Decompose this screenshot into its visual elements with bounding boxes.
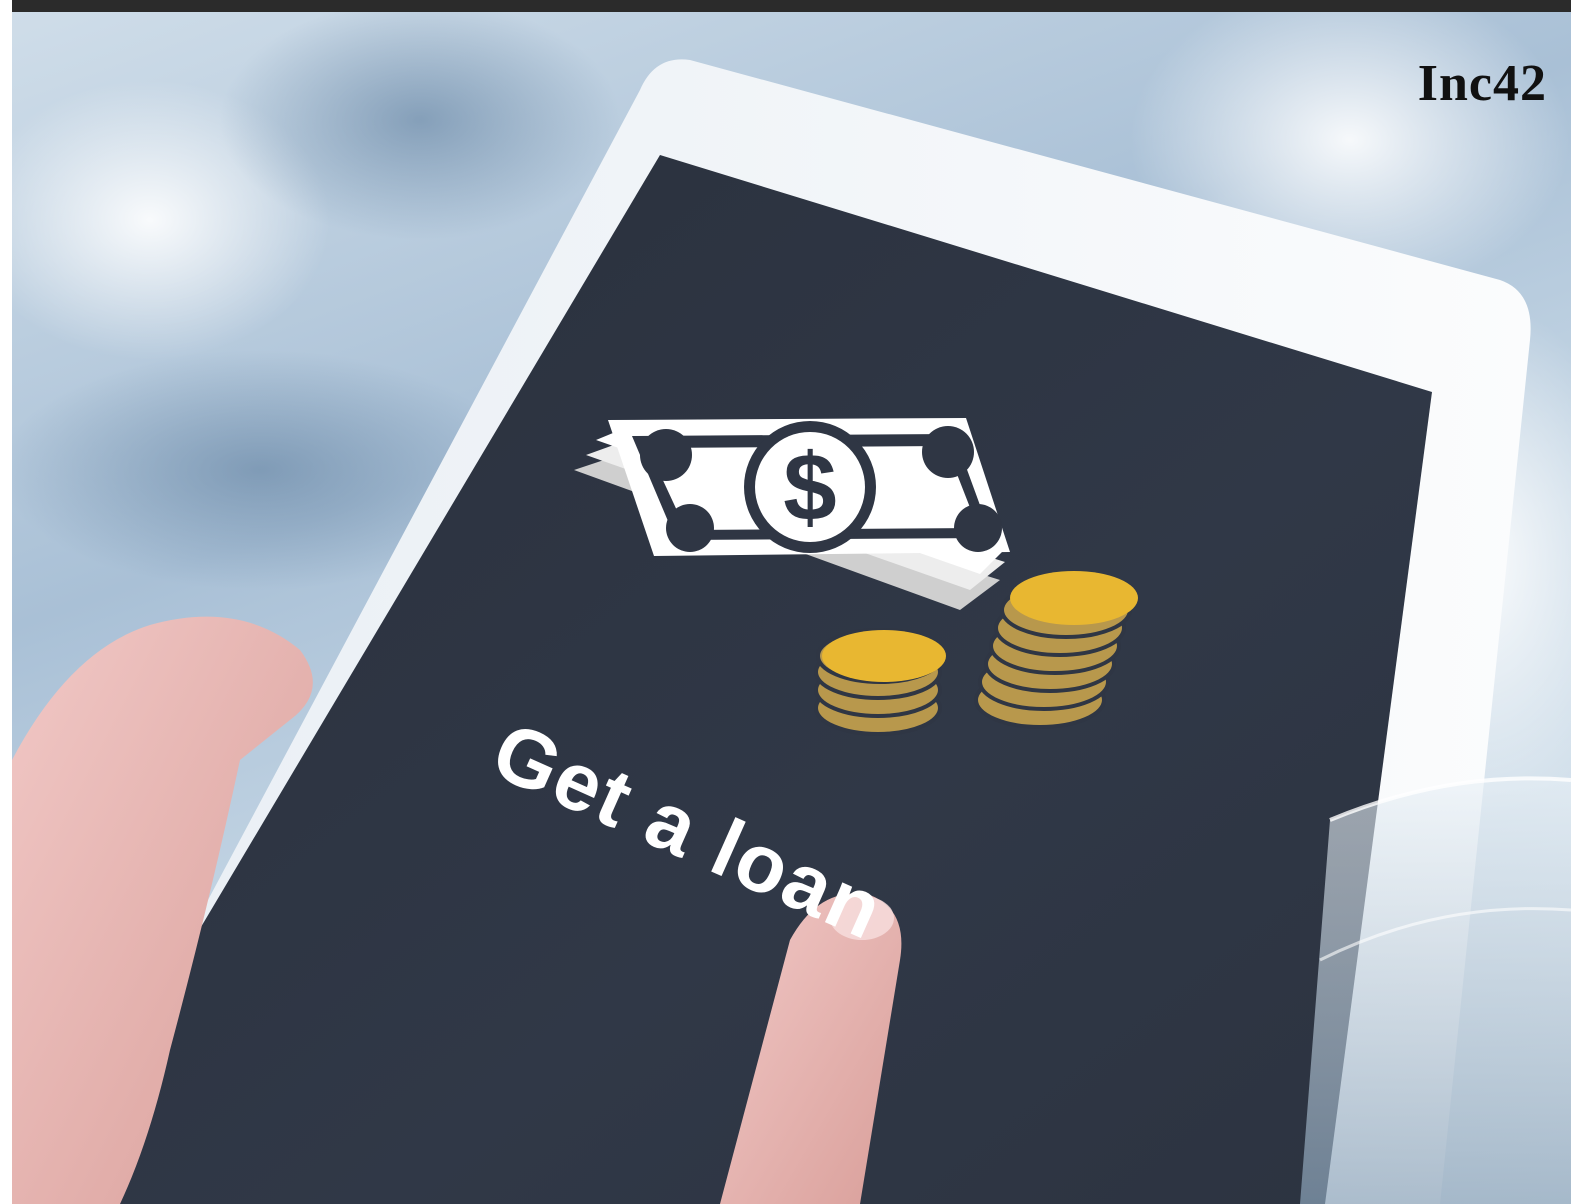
svg-text:$: $ [783,434,836,541]
brand-logo: Inc42 [1417,55,1547,112]
left-border [0,0,12,1204]
photo-scene: $ Get a loan [12,12,1571,1204]
water-glass [1300,778,1571,1204]
scene-illustration: $ [12,12,1571,1204]
dollar-icon: $ [744,421,876,553]
top-border [0,0,1571,12]
